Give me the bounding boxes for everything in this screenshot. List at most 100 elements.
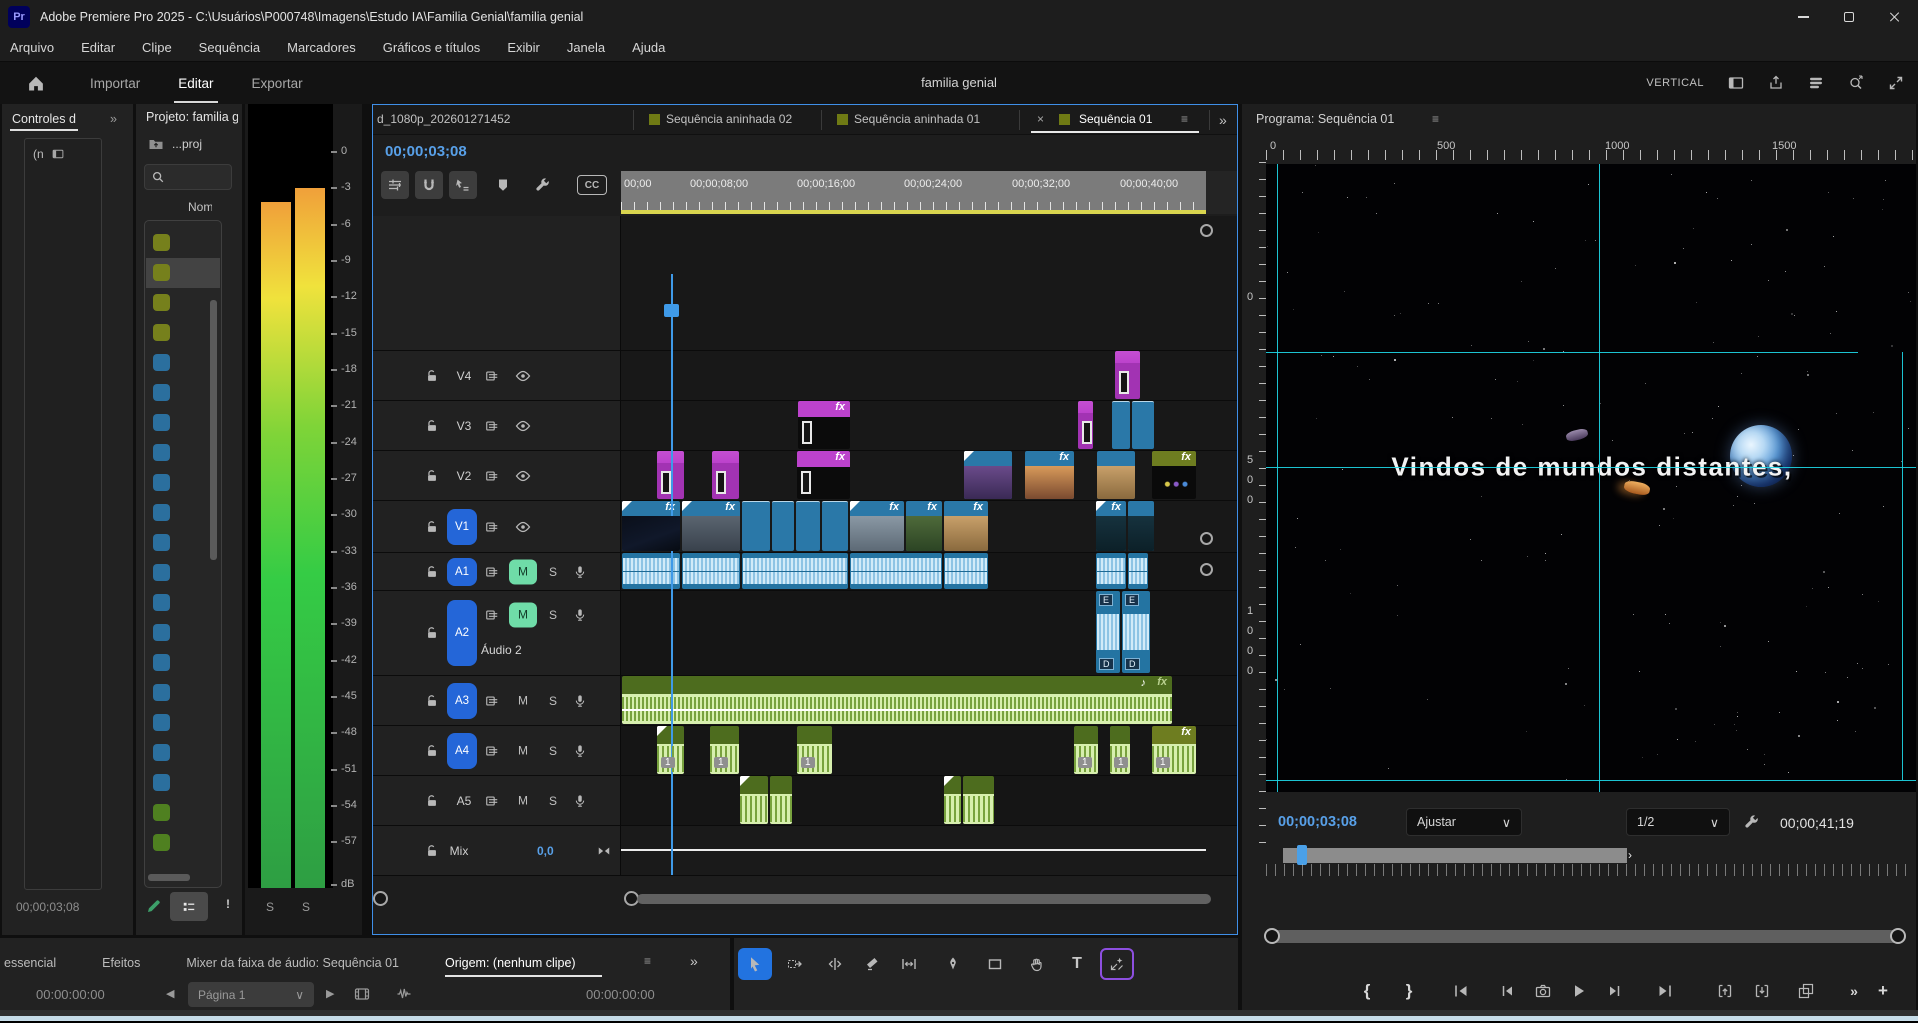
track-header-v3[interactable]: V3 — [373, 401, 621, 450]
timeline-clip[interactable] — [742, 501, 770, 551]
voiceover-mic-icon[interactable] — [573, 565, 587, 579]
go-to-out-button[interactable] — [1650, 978, 1680, 1004]
track-label[interactable]: V2 — [447, 469, 481, 483]
bottom-tab[interactable]: essencial — [4, 954, 56, 972]
source-patch-badge-a2[interactable]: A2 — [447, 600, 477, 666]
timeline-vertical-scroll-handle[interactable] — [1200, 532, 1213, 545]
mute-button[interactable]: M — [509, 602, 537, 627]
timeline-clip[interactable] — [1132, 401, 1154, 449]
voiceover-mic-icon[interactable] — [573, 608, 587, 622]
timeline-playhead-timecode[interactable]: 00;00;03;08 — [385, 143, 467, 160]
project-list-item[interactable] — [146, 258, 220, 288]
track-header-a4[interactable]: A4 M S — [373, 726, 621, 775]
timeline-clip[interactable] — [1128, 501, 1154, 551]
menu-item[interactable]: Gráficos e títulos — [383, 40, 481, 55]
quick-export-search-icon[interactable] — [1848, 75, 1864, 91]
tab-project[interactable]: Projeto: familia g — [146, 110, 238, 124]
voiceover-mic-icon[interactable] — [573, 744, 587, 758]
list-view-button[interactable] — [170, 892, 208, 921]
project-list-item[interactable] — [146, 618, 220, 648]
track-name-label[interactable]: Áudio 2 — [481, 643, 522, 657]
project-list-item[interactable] — [146, 228, 220, 258]
lift-button[interactable] — [1710, 978, 1740, 1004]
track-header-a3[interactable]: A3 M S — [373, 676, 621, 725]
hand-tool[interactable] — [1020, 948, 1054, 980]
project-list-item[interactable] — [146, 378, 220, 408]
project-horizontal-scrollbar[interactable] — [148, 874, 190, 881]
timeline-clip[interactable]: fx 1 — [1152, 726, 1196, 774]
bottom-tab[interactable]: Mixer da faixa de áudio: Sequência 01 — [186, 954, 399, 972]
timeline-zoom-handle[interactable] — [373, 891, 388, 906]
timeline-panel-menu-icon[interactable]: ≡ — [1181, 112, 1188, 126]
voiceover-mic-icon[interactable] — [573, 794, 587, 808]
add-button[interactable]: + — [1868, 978, 1898, 1004]
track-header-v4[interactable]: V4 — [373, 351, 621, 400]
step-back-button[interactable] — [1492, 978, 1522, 1004]
fullscreen-icon[interactable] — [1888, 75, 1904, 91]
sequence-tab-1[interactable]: d_1080p_202601271452 — [377, 112, 510, 126]
extract-button[interactable] — [1747, 978, 1777, 1004]
timeline-clip[interactable] — [1096, 553, 1126, 589]
audio-waveform-icon[interactable] — [396, 986, 412, 1002]
mix-volume-value[interactable]: 0,0 — [537, 844, 554, 858]
project-list-item[interactable] — [146, 408, 220, 438]
source-patch-badge-a4[interactable]: A4 — [447, 733, 477, 769]
export-frame-camera-icon[interactable] — [1528, 978, 1558, 1004]
track-target-icon[interactable] — [485, 794, 499, 808]
panel-overflow-chevrons[interactable]: » — [110, 112, 117, 126]
zoom-handle-right[interactable] — [1890, 928, 1906, 944]
project-list-item[interactable] — [146, 528, 220, 558]
tab-overflow-chevrons[interactable]: » — [1219, 112, 1227, 128]
captions-button[interactable]: CC — [577, 175, 607, 195]
timeline-clip[interactable]: fx — [1025, 451, 1074, 499]
timeline-clip[interactable] — [964, 451, 1012, 499]
menu-item[interactable]: Clipe — [142, 40, 172, 55]
pan-bowtie-icon[interactable] — [597, 844, 611, 858]
timeline-clip[interactable] — [712, 451, 739, 499]
sequence-tab-2[interactable]: Sequência aninhada 02 — [666, 112, 792, 126]
timeline-clip[interactable]: fx — [906, 501, 942, 551]
timeline-clip[interactable]: 1 — [1074, 726, 1098, 774]
minimize-button[interactable] — [1780, 0, 1826, 34]
track-header-v1[interactable]: V1 — [373, 501, 621, 552]
timeline-vertical-scroll-handle[interactable] — [1200, 563, 1213, 576]
film-icon[interactable] — [354, 986, 370, 1002]
program-settings-wrench-icon[interactable] — [1744, 814, 1760, 830]
project-list-item[interactable] — [146, 828, 220, 858]
source-patch-badge-a3[interactable]: A3 — [447, 683, 477, 719]
mute-button[interactable]: M — [509, 559, 537, 584]
timeline-display-settings-button[interactable] — [381, 171, 409, 199]
project-list-item[interactable] — [146, 708, 220, 738]
rectangle-tool[interactable] — [978, 948, 1012, 980]
mix-volume-band[interactable] — [621, 849, 1206, 851]
timeline-clip[interactable]: 1 — [710, 726, 739, 774]
source-patch-badge-v1[interactable]: V1 — [447, 509, 477, 545]
slip-tool[interactable] — [892, 948, 926, 980]
menu-item[interactable]: Editar — [81, 40, 115, 55]
generative-extend-tool[interactable] — [1100, 948, 1134, 980]
column-header-name[interactable]: Nome — [188, 200, 212, 216]
voiceover-mic-icon[interactable] — [573, 694, 587, 708]
lock-icon[interactable] — [425, 469, 439, 483]
track-header-a1[interactable]: A1 M S — [373, 553, 621, 590]
track-target-icon[interactable] — [485, 520, 499, 534]
mix-track-label[interactable]: Mix — [437, 844, 481, 858]
timeline-clip[interactable] — [772, 501, 794, 551]
timeline-clip[interactable]: fx — [850, 501, 904, 551]
tab-program-monitor[interactable]: Programa: Sequência 01 — [1256, 112, 1394, 126]
linked-selection-button[interactable] — [449, 171, 477, 199]
play-button[interactable] — [1564, 978, 1594, 1004]
timeline-settings-wrench-icon[interactable] — [529, 171, 557, 199]
fit-dropdown[interactable]: Ajustar∨ — [1406, 808, 1522, 836]
razor-tool[interactable] — [856, 948, 890, 980]
project-list-item[interactable] — [146, 438, 220, 468]
timeline-clip[interactable] — [944, 776, 961, 824]
lock-icon[interactable] — [425, 744, 439, 758]
solo-button[interactable]: S — [549, 794, 557, 808]
track-target-icon[interactable] — [485, 565, 499, 579]
mark-in-button[interactable]: { — [1352, 978, 1382, 1004]
type-tool[interactable]: T — [1060, 948, 1094, 980]
project-list-item[interactable] — [146, 468, 220, 498]
toggle-track-output-eye-icon[interactable] — [515, 418, 531, 434]
playhead-marker[interactable] — [664, 304, 679, 317]
